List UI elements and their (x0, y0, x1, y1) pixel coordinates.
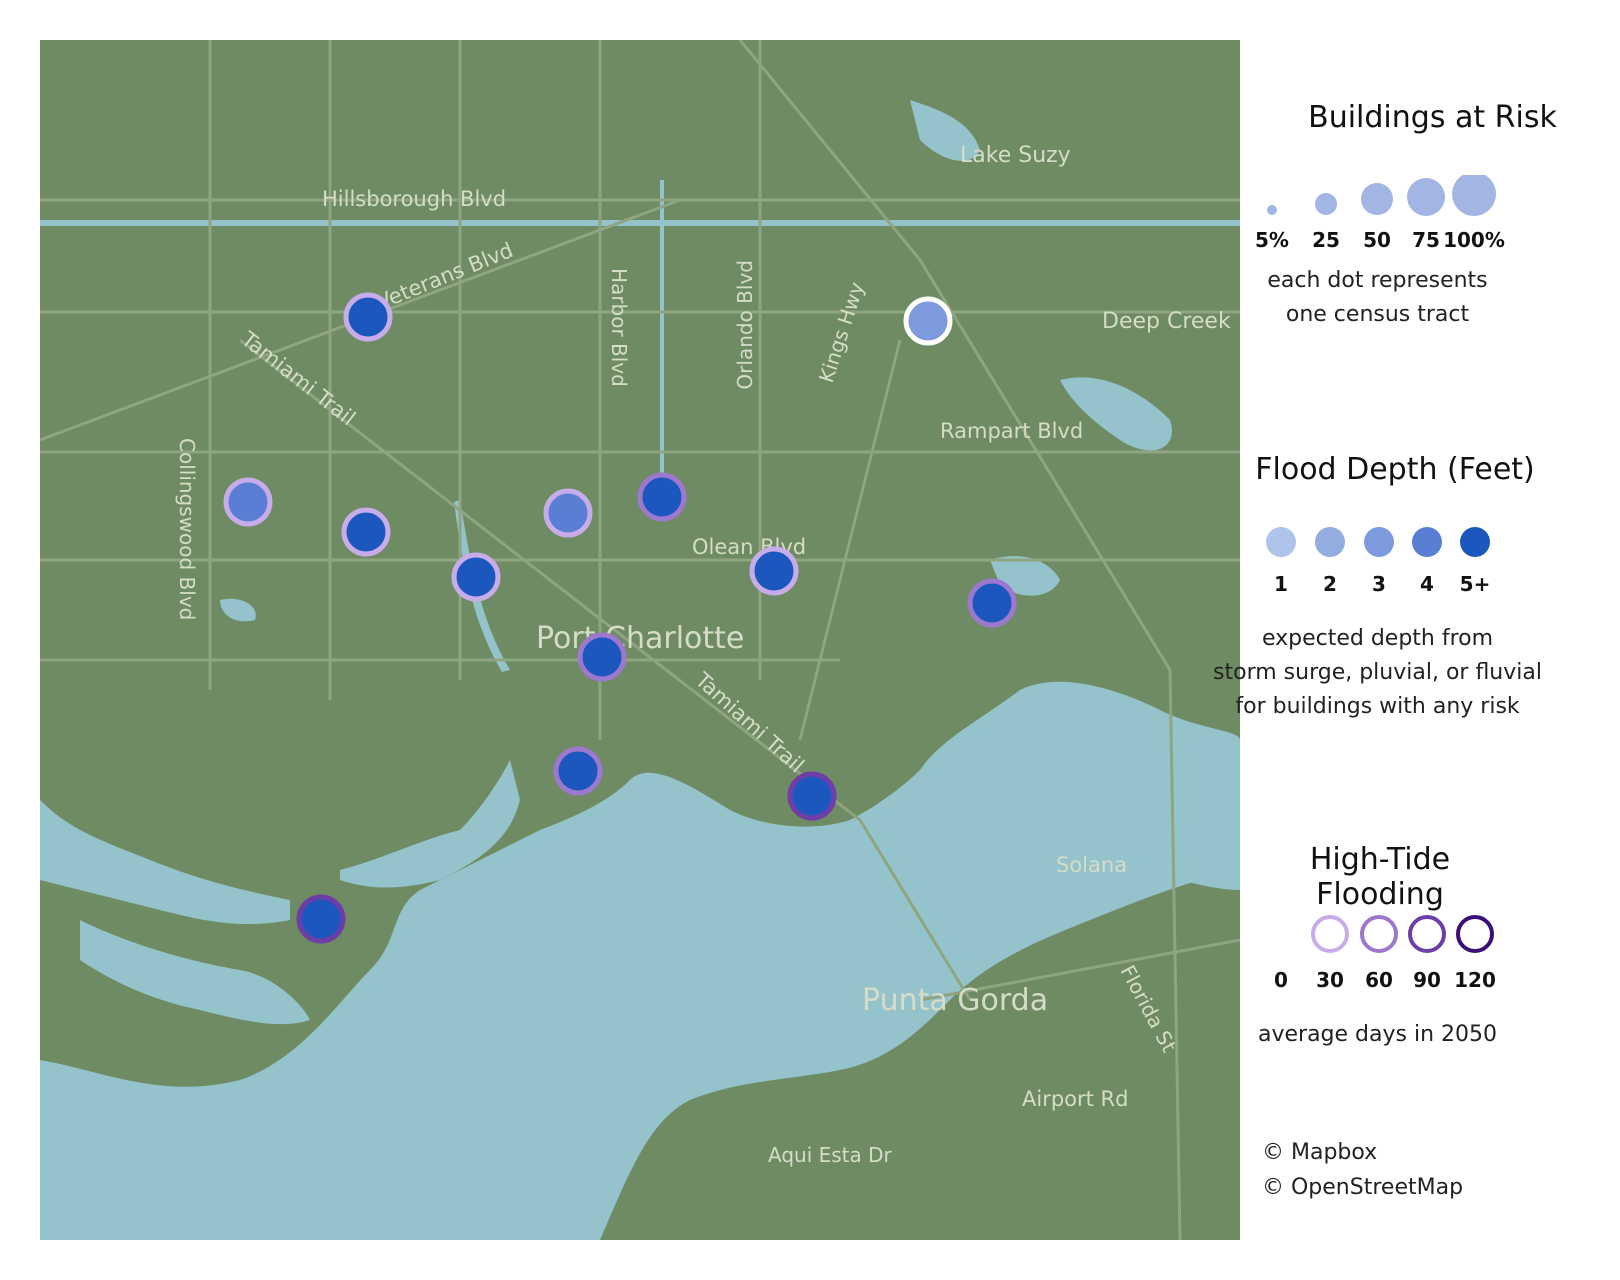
map-label-orlando: Orlando Blvd (733, 260, 757, 390)
size-label-75: 75 (1412, 228, 1440, 252)
size-label-50: 50 (1363, 228, 1391, 252)
depth-label-2: 2 (1323, 572, 1337, 596)
map-label-collingswood: Collingswood Blvd (175, 438, 199, 620)
credit-openstreetmap[interactable]: © OpenStreetMap (1262, 1175, 1463, 1200)
legend-buildings-note-line1: each dot represents (1267, 268, 1488, 293)
tract-dot[interactable] (967, 578, 1017, 628)
tract-dot[interactable] (343, 292, 393, 342)
tract-dot[interactable] (296, 894, 346, 944)
depth-dot-5plus (1460, 527, 1490, 557)
tide-ring-60 (1360, 915, 1398, 953)
legend-buildings-scale: 5% 25 50 75 100% (1255, 175, 1610, 265)
tract-dot[interactable] (451, 552, 501, 602)
legend-depth-scale: 1 2 3 4 5+ (1255, 522, 1610, 602)
size-label-5: 5% (1255, 228, 1289, 252)
size-dot-5 (1267, 205, 1277, 215)
credit-mapbox[interactable]: © Mapbox (1262, 1140, 1377, 1165)
depth-dot-2 (1315, 527, 1345, 557)
size-dot-50 (1361, 183, 1393, 215)
tract-dot[interactable] (787, 771, 837, 821)
tide-label-0: 0 (1274, 968, 1288, 992)
size-dot-100 (1452, 175, 1496, 216)
legend-buildings-note: each dot represents one census tract (1255, 264, 1500, 332)
size-dot-75 (1407, 178, 1445, 216)
tract-dot[interactable] (749, 546, 799, 596)
tide-ring-30 (1311, 915, 1349, 953)
tide-label-90: 90 (1413, 968, 1441, 992)
depth-label-3: 3 (1372, 572, 1386, 596)
legend-tide-note: average days in 2050 (1257, 1022, 1497, 1047)
tract-dot[interactable] (223, 477, 273, 527)
depth-dot-4 (1412, 527, 1442, 557)
legend-tide: High-Tide Flooding 0 30 60 90 120 averag… (1255, 842, 1610, 1047)
legend-depth-note-line3: for buildings with any risk (1235, 694, 1520, 719)
tract-dot[interactable] (553, 746, 603, 796)
depth-label-5plus: 5+ (1459, 572, 1491, 596)
depth-label-4: 4 (1420, 572, 1434, 596)
legend-depth-title: Flood Depth (Feet) (1255, 452, 1535, 487)
depth-dot-1 (1266, 527, 1296, 557)
tract-dot[interactable] (637, 472, 687, 522)
tract-dot[interactable] (577, 632, 627, 682)
map-label-harbor: Harbor Blvd (607, 268, 631, 387)
tide-label-30: 30 (1316, 968, 1344, 992)
tract-dot[interactable] (543, 488, 593, 538)
legend-buildings: Buildings at Risk 5% 25 50 75 100% each … (1255, 100, 1610, 327)
depth-label-1: 1 (1274, 572, 1288, 596)
size-label-25: 25 (1312, 228, 1340, 252)
tide-ring-120 (1456, 915, 1494, 953)
tract-dot[interactable] (341, 507, 391, 557)
tide-scale-rings (1311, 915, 1494, 953)
legend-tide-title: High-Tide Flooding (1309, 842, 1451, 912)
tract-dot[interactable] (903, 296, 953, 346)
depth-dot-3 (1364, 527, 1394, 557)
map-label-hillsborough: Hillsborough Blvd (322, 187, 506, 211)
map-label-solana: Solana (1056, 853, 1127, 877)
legend-buildings-title: Buildings at Risk (1308, 100, 1557, 135)
legend-depth-note-line1: expected depth from (1261, 626, 1494, 651)
map-label-rampart: Rampart Blvd (940, 419, 1083, 443)
map-label-airport: Airport Rd (1022, 1087, 1128, 1111)
map-panel[interactable]: Lake Suzy Hillsborough Blvd Veterans Blvd H… (40, 40, 1240, 1240)
legend-buildings-note-line2: one census tract (1285, 302, 1470, 327)
depth-scale-dots (1266, 527, 1490, 557)
legend-tide-scale: 0 30 60 90 120 (1255, 912, 1610, 992)
map-canvas[interactable]: Lake SuzyHillsborough BlvdVeterans Blvd H… (40, 40, 1240, 1240)
map-label-punta-gorda: Punta Gorda (862, 983, 1048, 1018)
map-label-port-charlotte: Port Charlotte (536, 621, 744, 656)
size-dot-25 (1315, 193, 1337, 215)
legend-depth-note-line2: storm surge, pluvial, or fluvial (1213, 660, 1542, 685)
tide-label-60: 60 (1365, 968, 1393, 992)
size-scale-dots (1267, 175, 1496, 216)
map-label-aqui-esta: Aqui Esta Dr (768, 1143, 893, 1167)
legend-depth-note: expected depth from storm surge, pluvial… (1210, 622, 1545, 724)
legend-depth: Flood Depth (Feet) 1 2 3 4 5+ expected d… (1213, 452, 1610, 719)
map-label-lake-suzy: Lake Suzy (960, 143, 1071, 168)
tide-ring-90 (1408, 915, 1446, 953)
map-label-deep-creek: Deep Creek (1102, 309, 1231, 334)
tide-label-120: 120 (1454, 968, 1496, 992)
size-label-100: 100% (1443, 228, 1505, 252)
